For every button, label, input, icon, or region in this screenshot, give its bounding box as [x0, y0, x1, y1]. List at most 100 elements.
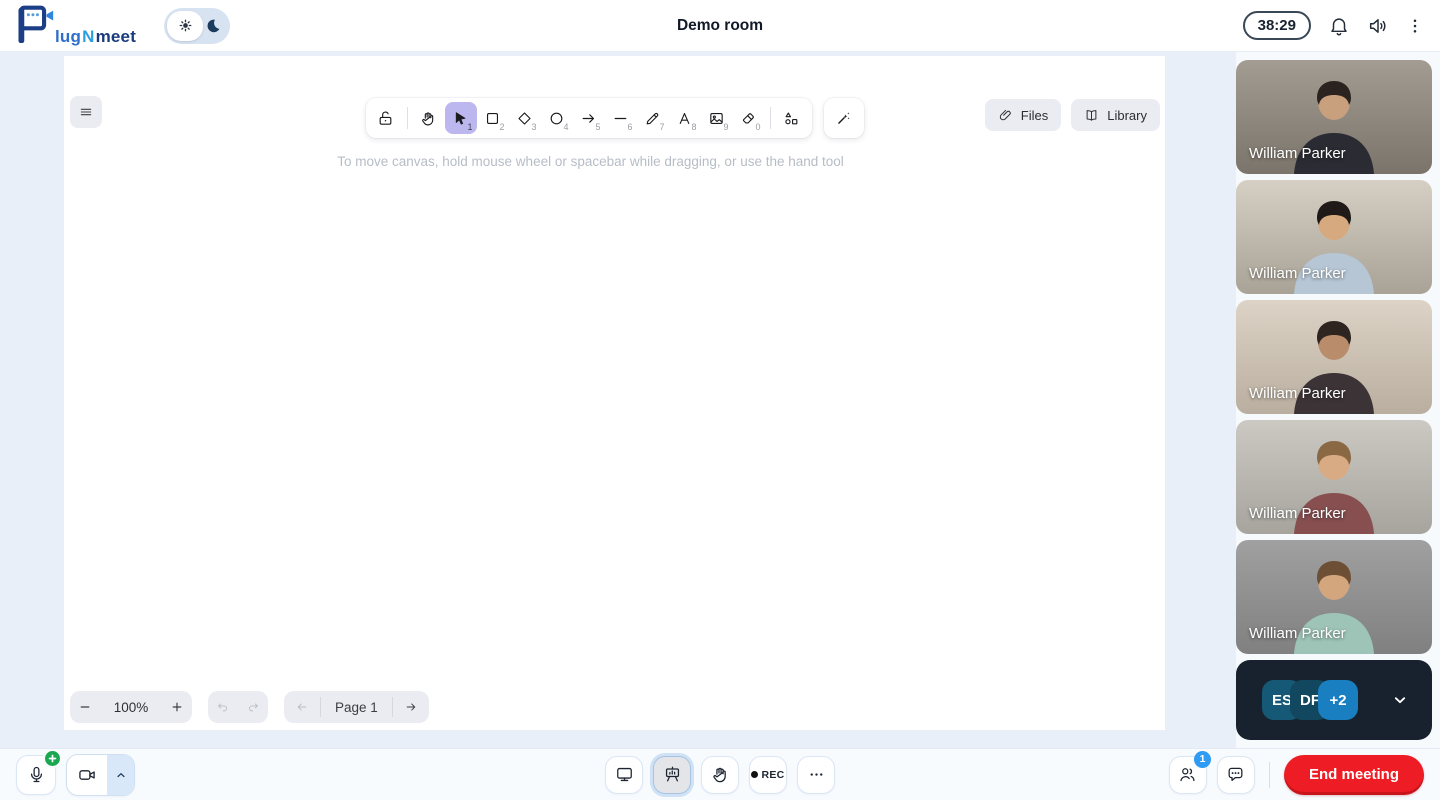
- eraser-icon: [740, 110, 757, 127]
- interpretation-tile[interactable]: ESDF+2: [1236, 660, 1432, 740]
- media-controls: [16, 754, 135, 796]
- whiteboard-menu-button[interactable]: [70, 96, 102, 128]
- participant-tile[interactable]: William Parker: [1236, 420, 1432, 534]
- record-button[interactable]: REC: [749, 756, 787, 794]
- minus-icon: [78, 700, 92, 714]
- camera-options-button[interactable]: [107, 755, 134, 795]
- ellipsis-icon: [807, 765, 826, 784]
- hand-tool-button[interactable]: [413, 102, 445, 134]
- participant-name: William Parker: [1249, 505, 1346, 522]
- brand-text-light: lug: [55, 28, 81, 48]
- monitor-icon: [615, 765, 634, 784]
- microphone-icon: [27, 765, 46, 784]
- shapes-icon: [783, 110, 800, 127]
- participant-tile[interactable]: William Parker: [1236, 300, 1432, 414]
- language-badge-plus2[interactable]: +2: [1318, 680, 1358, 720]
- diamond-tool-button[interactable]: 3: [509, 102, 541, 134]
- tool-shortcut-number: 0: [755, 122, 760, 132]
- image-tool-button[interactable]: 9: [701, 102, 733, 134]
- main-content: 1234567890 Files Library To move canvas,: [0, 52, 1440, 748]
- chevron-down-icon[interactable]: [1390, 690, 1410, 710]
- page-navigation: Page 1: [284, 691, 429, 723]
- camera-button-group: [66, 754, 135, 796]
- chat-icon: [1226, 765, 1245, 784]
- more-menu-button[interactable]: [1406, 17, 1424, 35]
- ellipse-tool-button[interactable]: 4: [541, 102, 573, 134]
- zoom-out-button[interactable]: [70, 691, 100, 723]
- divider: [1269, 762, 1270, 788]
- toolbar-main-island: 1 2 3456 7 89 0: [366, 98, 812, 138]
- toolbar-divider: [407, 107, 408, 129]
- brand-text-dark: meet: [96, 28, 137, 48]
- footer-right-controls: 1 End meeting: [1169, 755, 1424, 795]
- text-icon: [676, 110, 693, 127]
- whiteboard-top-right: Files Library: [985, 99, 1160, 131]
- moon-icon[interactable]: [204, 17, 222, 35]
- next-page-button[interactable]: [393, 691, 429, 723]
- whiteboard-bottom-controls: 100% Page 1: [70, 691, 429, 723]
- canvas-hint-text: To move canvas, hold mouse wheel or spac…: [64, 154, 1117, 169]
- camera-button[interactable]: [67, 755, 107, 795]
- end-meeting-button[interactable]: End meeting: [1284, 755, 1424, 795]
- zoom-in-button[interactable]: [162, 691, 192, 723]
- more-options-button[interactable]: [797, 756, 835, 794]
- participant-name: William Parker: [1249, 145, 1346, 162]
- tool-shortcut-number: 8: [691, 122, 696, 132]
- notifications-button[interactable]: [1328, 15, 1350, 37]
- brand-text-mid: N: [82, 28, 94, 48]
- draw-icon: [644, 110, 661, 127]
- chat-button[interactable]: [1217, 756, 1255, 794]
- theme-toggle[interactable]: [164, 8, 230, 44]
- rectangle-tool-button[interactable]: 2: [477, 102, 509, 134]
- microphone-button[interactable]: [16, 755, 56, 795]
- raise-hand-button[interactable]: [701, 756, 739, 794]
- diamond-icon: [516, 110, 533, 127]
- participant-name: William Parker: [1249, 385, 1346, 402]
- participant-tile[interactable]: William Parker: [1236, 180, 1432, 294]
- whiteboard-button[interactable]: [653, 756, 691, 794]
- previous-page-button[interactable]: [284, 691, 320, 723]
- redo-icon: [246, 700, 260, 714]
- volume-button[interactable]: [1367, 15, 1389, 37]
- page-indicator: Page 1: [321, 700, 392, 715]
- image-icon: [708, 110, 725, 127]
- zoom-controls: 100%: [70, 691, 192, 723]
- files-button[interactable]: Files: [985, 99, 1061, 131]
- participants-count-badge: 1: [1194, 751, 1211, 768]
- selection-icon: [452, 110, 469, 127]
- text-tool-button[interactable]: 8: [669, 102, 701, 134]
- participant-name: William Parker: [1249, 625, 1346, 642]
- header-actions: 38:29: [1243, 11, 1424, 40]
- ellipse-icon: [548, 110, 565, 127]
- extra-tools-tool-button[interactable]: [776, 102, 808, 134]
- tool-shortcut-number: 7: [659, 122, 664, 132]
- whiteboard-canvas[interactable]: 1234567890 Files Library To move canvas,: [64, 56, 1165, 730]
- library-button[interactable]: Library: [1071, 99, 1160, 131]
- eraser-tool-button[interactable]: 0: [733, 102, 765, 134]
- line-tool-button[interactable]: 6: [605, 102, 637, 134]
- redo-button[interactable]: [238, 691, 268, 723]
- draw-tool-button[interactable]: 7: [637, 102, 669, 134]
- laser-pointer-tool-button[interactable]: [828, 102, 860, 134]
- selection-tool-button[interactable]: 1: [445, 102, 477, 134]
- tool-shortcut-number: 2: [499, 122, 504, 132]
- hand-icon: [420, 110, 437, 127]
- screen-share-button[interactable]: [605, 756, 643, 794]
- tool-shortcut-number: 3: [531, 122, 536, 132]
- menu-icon: [78, 104, 94, 120]
- light-mode-option[interactable]: [167, 11, 203, 41]
- plugnmeet-logo-icon: [16, 4, 54, 48]
- participant-tile[interactable]: William Parker: [1236, 540, 1432, 654]
- participants-sidebar: William Parker William Parker William Park…: [1236, 52, 1440, 748]
- participants-button[interactable]: 1: [1169, 756, 1207, 794]
- arrow-tool-button[interactable]: 5: [573, 102, 605, 134]
- zoom-level[interactable]: 100%: [100, 700, 162, 715]
- history-controls: [208, 691, 268, 723]
- participant-name: William Parker: [1249, 265, 1346, 282]
- participant-tile[interactable]: William Parker: [1236, 60, 1432, 174]
- lock-tool-button[interactable]: [370, 102, 402, 134]
- undo-icon: [216, 700, 230, 714]
- top-header: lug N meet Demo room 38:29: [0, 0, 1440, 52]
- undo-button[interactable]: [208, 691, 238, 723]
- room-title: Demo room: [677, 17, 763, 35]
